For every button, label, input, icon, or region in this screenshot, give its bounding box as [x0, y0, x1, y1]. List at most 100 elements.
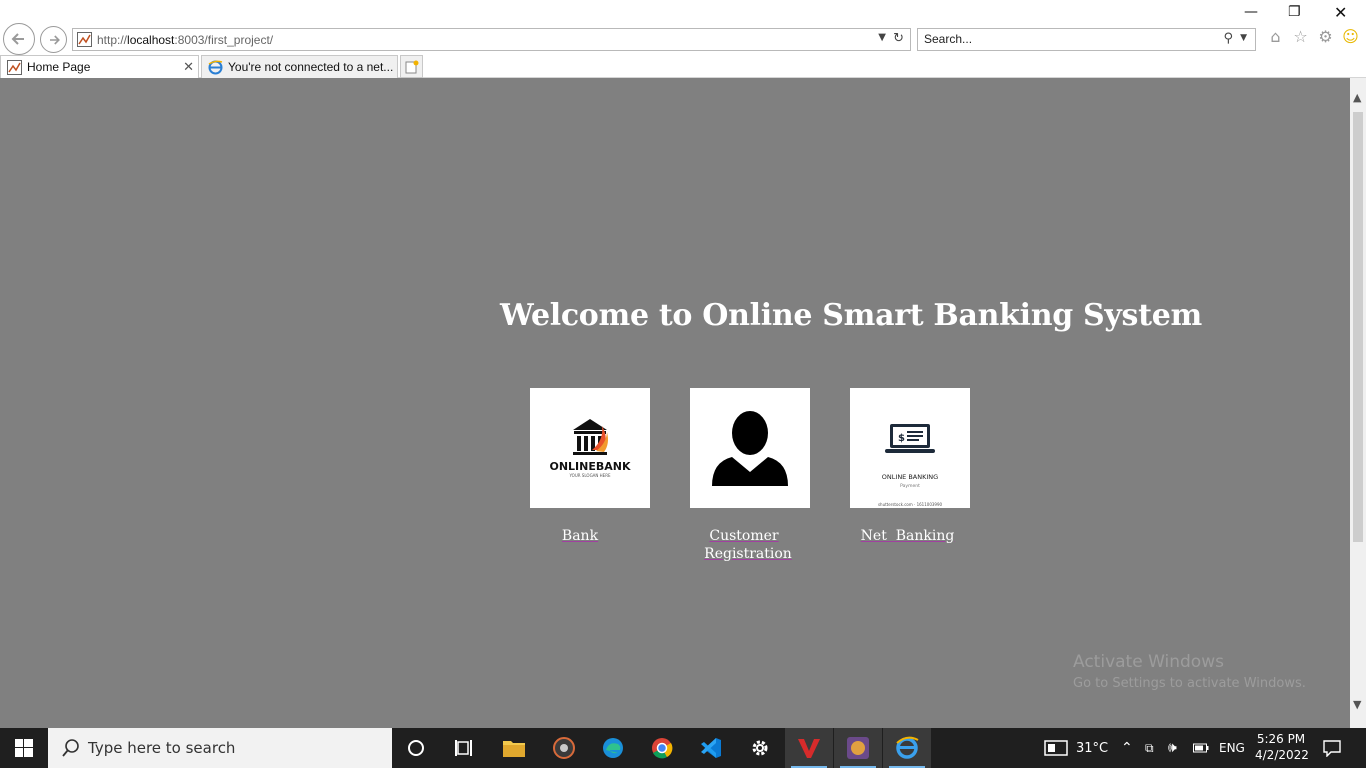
- news-icon: [1044, 740, 1068, 756]
- tab-close-icon[interactable]: ✕: [183, 59, 194, 75]
- game-app[interactable]: [834, 728, 882, 768]
- vscode-app[interactable]: [687, 728, 735, 768]
- bank-link[interactable]: Bank: [530, 527, 630, 545]
- notifications-button[interactable]: [1323, 728, 1341, 768]
- settings-gear-icon: [752, 740, 768, 756]
- watermark-line2: Go to Settings to activate Windows.: [1073, 676, 1306, 691]
- close-window-button[interactable]: ✕: [1334, 3, 1347, 22]
- file-explorer-app[interactable]: [490, 728, 538, 768]
- favorites-star-icon[interactable]: ☆: [1291, 27, 1310, 46]
- search-icon: [62, 739, 79, 757]
- bank-logo-tagline: YOUR SLOGAN HERE: [568, 473, 611, 478]
- new-tab-icon: [405, 60, 418, 73]
- smiley-feedback-icon[interactable]: ☺: [1341, 27, 1360, 46]
- clock-date: 4/2/2022: [1255, 748, 1309, 762]
- language-label: ENG: [1219, 741, 1245, 755]
- minimize-button[interactable]: —: [1244, 4, 1258, 20]
- taskbar-clock[interactable]: 5:26 PM 4/2/2022: [1255, 731, 1309, 763]
- forward-arrow-icon: [49, 34, 60, 45]
- net-logo-text: ONLINE BANKING: [882, 473, 938, 481]
- page-favicon-icon: [77, 32, 92, 47]
- net-logo-credit: shutterstock.com · 1611003990: [878, 502, 943, 507]
- weather-temp: 31°C: [1076, 740, 1109, 756]
- red-v-app-icon: [798, 739, 820, 758]
- language-indicator[interactable]: ENG: [1219, 728, 1245, 768]
- media-disc-icon: [553, 737, 575, 759]
- tab-home-page[interactable]: Home Page ✕: [0, 55, 199, 78]
- browser-search-box[interactable]: ⚲ ▼: [917, 28, 1256, 51]
- scrollbar-thumb[interactable]: [1353, 112, 1363, 542]
- search-icon[interactable]: ⚲: [1223, 31, 1233, 46]
- vpn-app[interactable]: [785, 728, 833, 768]
- page-favicon-icon: [7, 60, 22, 75]
- browser-search-input[interactable]: [924, 32, 1204, 46]
- clock-time: 5:26 PM: [1256, 732, 1306, 746]
- volume-tray[interactable]: 🕪: [1168, 728, 1177, 768]
- search-dropdown-icon[interactable]: ▼: [1240, 33, 1247, 43]
- bank-card-image[interactable]: ONLINEBANK YOUR SLOGAN HERE: [530, 388, 650, 508]
- settings-app[interactable]: [736, 728, 784, 768]
- weather-widget[interactable]: 31°C: [1044, 728, 1108, 768]
- cortana-circle-icon: [408, 740, 424, 756]
- tab-label: Home Page: [27, 60, 91, 74]
- activate-windows-watermark: Activate Windows Go to Settings to activ…: [1073, 652, 1306, 691]
- new-tab-button[interactable]: [400, 55, 423, 78]
- net-logo-sub: Payment: [900, 483, 920, 489]
- meet-now-tray[interactable]: ⧉: [1145, 728, 1154, 768]
- task-view-button[interactable]: [440, 728, 488, 768]
- media-player-app[interactable]: [540, 728, 588, 768]
- speaker-icon: 🕪: [1168, 740, 1177, 756]
- address-url: http://localhost:8003/first_project/: [97, 33, 274, 47]
- notification-icon: [1323, 740, 1341, 757]
- net-banking-link[interactable]: Net Banking: [850, 527, 965, 545]
- chevron-up-icon: ⌃: [1121, 740, 1133, 756]
- settings-gear-icon[interactable]: ⚙: [1316, 27, 1335, 46]
- tab-not-connected[interactable]: You're not connected to a net...: [201, 55, 398, 78]
- watermark-line1: Activate Windows: [1073, 652, 1224, 672]
- scroll-up-icon[interactable]: ▲: [1353, 91, 1361, 104]
- vertical-scrollbar[interactable]: ▲ ▼: [1350, 78, 1366, 728]
- refresh-icon[interactable]: ↻: [893, 31, 904, 46]
- back-arrow-icon: [11, 33, 24, 45]
- laptop-dollar-icon: $ ONLINE BANKING Payment shutterstock.co…: [878, 424, 943, 507]
- browser-chrome: http://localhost:8003/first_project/ ▼ ↻…: [0, 0, 1366, 78]
- tab-strip: Home Page ✕ You're not connected to a ne…: [0, 55, 1366, 78]
- chrome-icon: [652, 738, 673, 759]
- folder-icon: [503, 741, 525, 757]
- page-title: Welcome to Online Smart Banking System: [500, 298, 1202, 333]
- tab-label: You're not connected to a net...: [228, 60, 394, 74]
- vscode-icon: [701, 738, 721, 758]
- customer-registration-link[interactable]: Customer Registration: [690, 527, 798, 563]
- back-button[interactable]: [3, 23, 35, 55]
- restore-button[interactable]: ❐: [1288, 4, 1301, 20]
- page-viewport: Welcome to Online Smart Banking System O…: [0, 78, 1350, 728]
- cortana-button[interactable]: [392, 728, 440, 768]
- bank-logo-text: ONLINEBANK: [549, 460, 630, 473]
- forward-button[interactable]: [40, 26, 67, 53]
- scroll-down-icon[interactable]: ▼: [1353, 698, 1361, 711]
- home-icon[interactable]: ⌂: [1266, 27, 1285, 46]
- show-hidden-icons[interactable]: ⌃: [1121, 728, 1133, 768]
- address-bar[interactable]: http://localhost:8003/first_project/ ▼ ↻: [72, 28, 911, 51]
- svg-text:$: $: [898, 433, 905, 444]
- edge-icon: [603, 738, 623, 758]
- edge-app[interactable]: [589, 728, 637, 768]
- task-view-icon: [455, 740, 472, 756]
- internet-explorer-icon: [896, 736, 919, 759]
- ie-icon: [208, 60, 223, 75]
- taskbar-search-box[interactable]: Type here to search: [48, 728, 392, 768]
- person-silhouette-icon: [712, 411, 788, 486]
- start-button[interactable]: [0, 728, 48, 768]
- internet-explorer-app[interactable]: [883, 728, 931, 768]
- address-dropdown-icon[interactable]: ▼: [878, 32, 886, 43]
- chrome-app[interactable]: [638, 728, 686, 768]
- game-badge-icon: [847, 737, 869, 759]
- taskbar-search-placeholder: Type here to search: [88, 739, 236, 757]
- bank-logo-icon: ONLINEBANK YOUR SLOGAN HERE: [549, 419, 631, 478]
- windows-logo-icon: [15, 739, 33, 757]
- net-banking-card-image[interactable]: $ ONLINE BANKING Payment shutterstock.co…: [850, 388, 970, 508]
- windows-taskbar: Type here to search 31°C ⌃ ⧉ 🕪 ENG 5:26 …: [0, 728, 1366, 768]
- meet-now-icon: ⧉: [1145, 740, 1154, 755]
- battery-tray[interactable]: [1193, 728, 1209, 768]
- customer-card-image[interactable]: [690, 388, 810, 508]
